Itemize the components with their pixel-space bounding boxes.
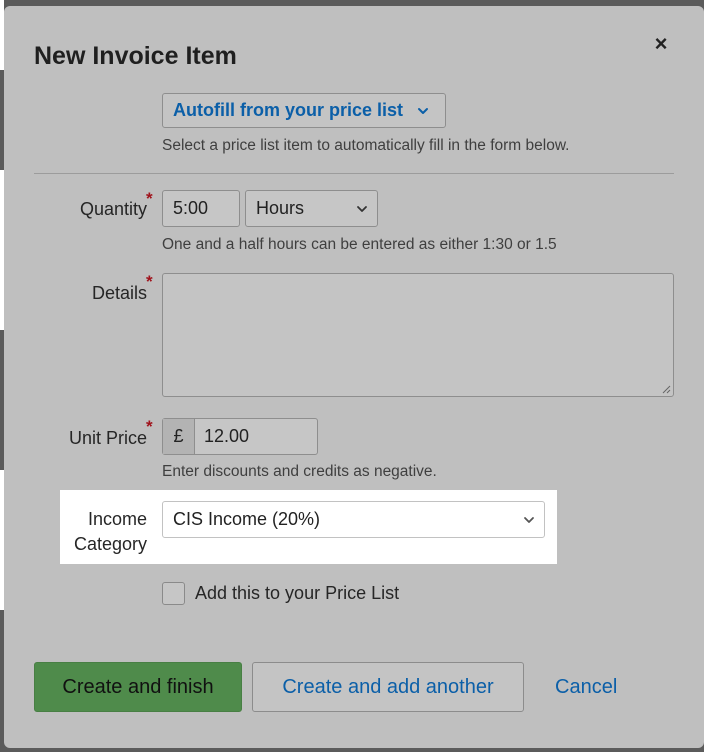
income-category-label-line2: Category (73, 534, 147, 554)
required-marker: * (146, 272, 153, 291)
add-to-price-list-label[interactable]: Add this to your Price List (195, 583, 399, 604)
add-to-price-list-checkbox[interactable] (162, 582, 185, 605)
cancel-link[interactable]: Cancel (555, 676, 617, 699)
unit-price-label: Unit Price (68, 428, 147, 448)
dialog-title: New Invoice Item (34, 42, 237, 70)
quantity-label: Quantity (79, 199, 147, 219)
close-icon[interactable]: × (649, 32, 673, 56)
income-category-select[interactable]: CIS Income (20%) (162, 501, 545, 538)
chevron-down-icon (524, 516, 534, 523)
background-page-fragment (704, 0, 708, 752)
unit-price-group: £ 12.00 (162, 418, 318, 455)
autofill-price-list-button[interactable]: Autofill from your price list (162, 93, 446, 128)
create-and-finish-button[interactable]: Create and finish (34, 662, 242, 712)
create-and-add-another-button[interactable]: Create and add another (252, 662, 524, 712)
chevron-down-icon (418, 107, 429, 114)
chevron-down-icon (357, 205, 367, 212)
details-label: Details (91, 283, 147, 303)
quantity-unit-value: Hours (256, 198, 305, 218)
quantity-hint: One and a half hours can be entered as e… (162, 236, 557, 253)
quantity-unit-select[interactable]: Hours (245, 190, 378, 227)
currency-addon: £ (163, 419, 195, 454)
quantity-input[interactable]: 5:00 (162, 190, 240, 227)
required-marker: * (146, 189, 153, 208)
autofill-hint: Select a price list item to automaticall… (162, 137, 570, 154)
required-marker: * (146, 417, 153, 436)
unit-price-hint: Enter discounts and credits as negative. (162, 463, 437, 480)
autofill-label: Autofill from your price list (173, 100, 404, 120)
income-category-value: CIS Income (20%) (173, 509, 321, 529)
details-textarea[interactable] (162, 273, 674, 397)
resize-grip-icon[interactable] (661, 384, 671, 394)
income-category-label-line1: Income (87, 509, 147, 529)
divider (34, 173, 674, 174)
invoice-item-dialog: New Invoice Item × Autofill from your pr… (4, 6, 704, 748)
unit-price-input[interactable]: 12.00 (195, 419, 317, 454)
